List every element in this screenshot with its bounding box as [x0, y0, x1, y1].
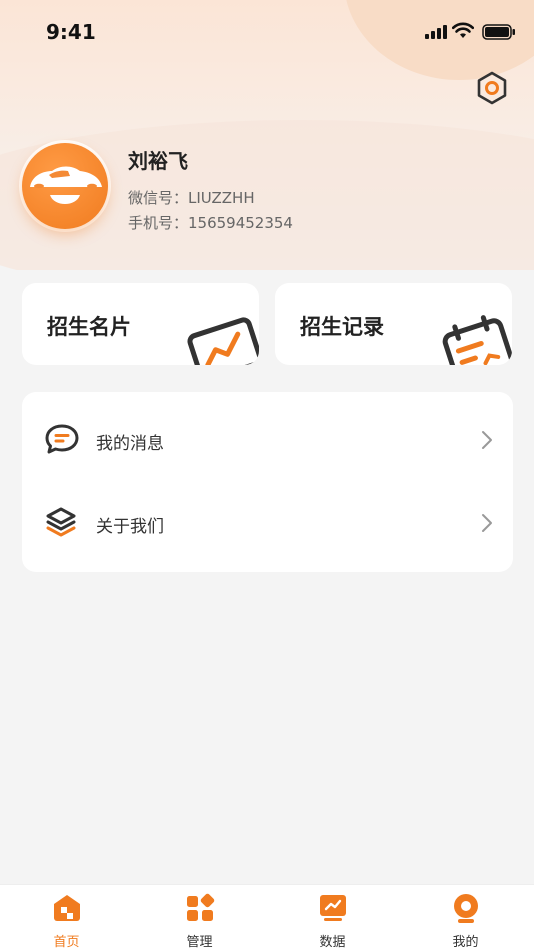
bottom-tab-bar: 首页 管理 数据 我的	[0, 884, 534, 951]
menu-item-label: 我的消息	[96, 434, 164, 454]
settings-hexagon-icon	[477, 71, 507, 105]
wifi-icon	[452, 22, 474, 38]
message-bubble-icon	[45, 424, 79, 454]
recruit-record-button[interactable]: 招生记录	[275, 283, 512, 365]
menu-item-about[interactable]: 关于我们	[22, 488, 513, 558]
card-title: 招生名片	[47, 315, 131, 339]
home-icon	[53, 895, 80, 921]
user-name: 刘裕飞	[128, 149, 188, 173]
car-face-icon	[30, 166, 102, 204]
calendar-record-icon	[442, 315, 512, 365]
tab-mine[interactable]: 我的	[399, 885, 532, 951]
avatar[interactable]	[22, 143, 108, 229]
menu-item-messages[interactable]: 我的消息	[22, 405, 513, 475]
signal-icon	[425, 25, 447, 39]
tab-label: 管理	[186, 935, 213, 950]
chevron-right-icon	[482, 514, 492, 532]
tab-home[interactable]: 首页	[0, 885, 133, 951]
card-title: 招生记录	[300, 315, 384, 339]
phone-number: 手机号：15659452354	[128, 214, 293, 232]
recruit-card-button[interactable]: 招生名片	[22, 283, 259, 365]
tab-label: 我的	[452, 935, 479, 950]
chart-card-icon	[187, 317, 259, 365]
tab-manage[interactable]: 管理	[133, 885, 266, 951]
grid-apps-icon	[186, 893, 214, 921]
status-time: 9:41	[46, 20, 96, 44]
wechat-id: 微信号：LIUZZHH	[128, 189, 255, 207]
tab-label: 首页	[53, 935, 80, 950]
battery-icon	[482, 24, 515, 40]
status-bar: 9:41	[0, 0, 534, 64]
menu-item-label: 关于我们	[96, 517, 164, 537]
settings-button[interactable]	[474, 70, 510, 106]
chevron-right-icon	[482, 431, 492, 449]
tab-label: 数据	[319, 935, 346, 950]
menu-list: 我的消息 关于我们	[22, 392, 513, 572]
tab-data[interactable]: 数据	[266, 885, 399, 951]
profile-icon	[453, 894, 478, 923]
data-chart-icon	[319, 895, 346, 921]
layers-icon	[46, 507, 76, 537]
